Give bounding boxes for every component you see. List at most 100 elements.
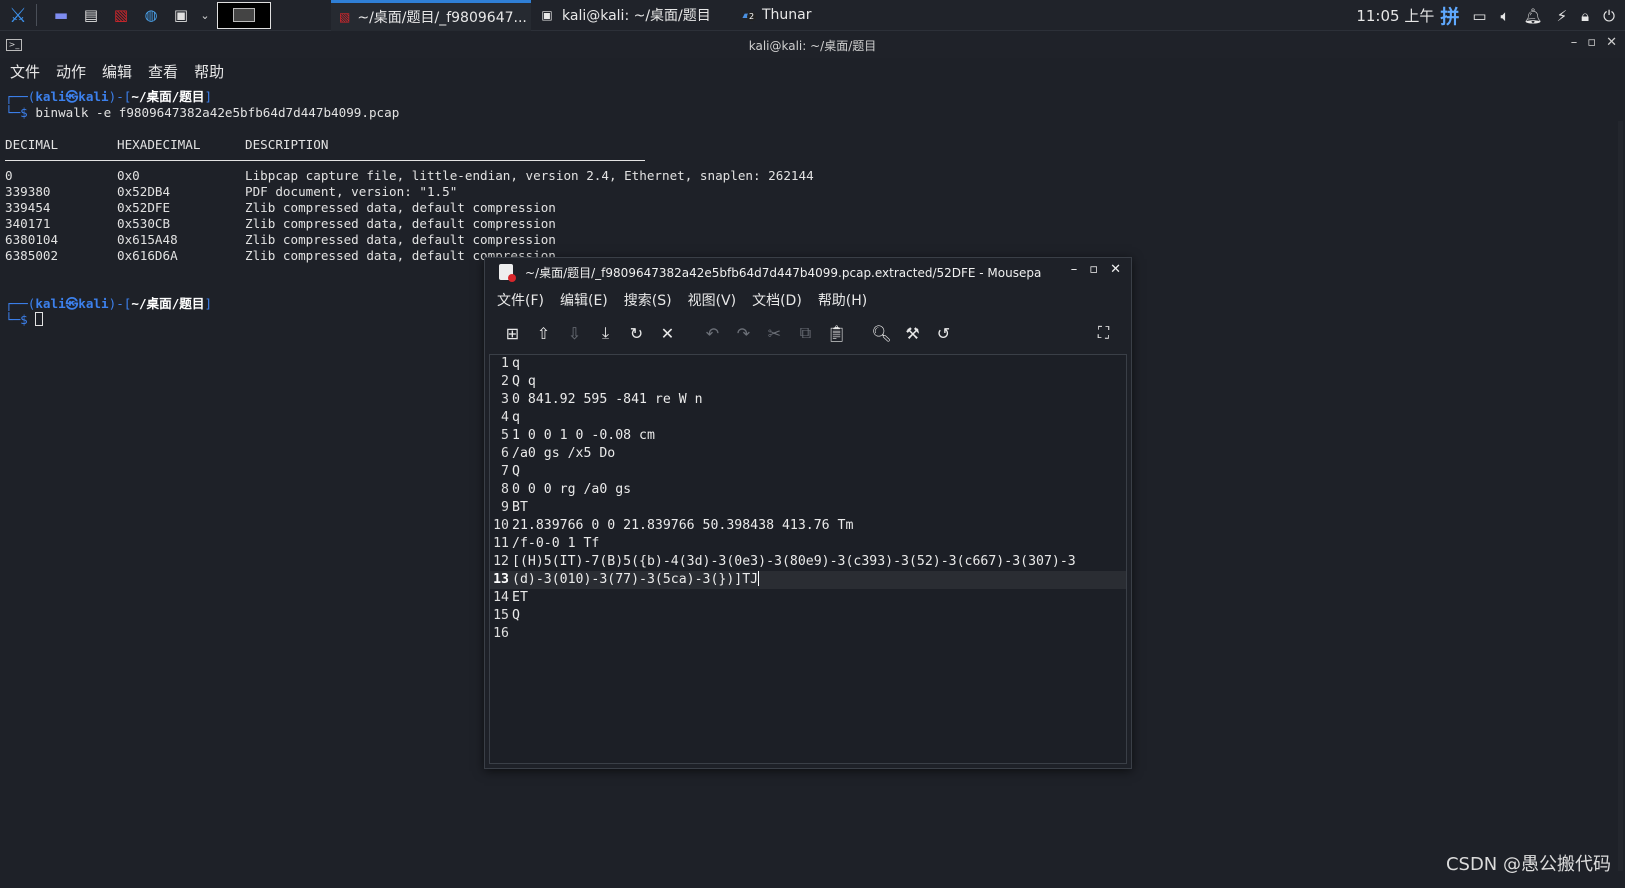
- terminal-title: kali@kali: ~/桌面/题目: [748, 39, 877, 53]
- workspace-1[interactable]: [233, 8, 255, 22]
- line-text: /f-0-0 1 Tf: [512, 536, 600, 551]
- input-method-icon[interactable]: 拼: [1440, 2, 1459, 29]
- lock-icon[interactable]: 🔒︎: [1581, 7, 1589, 25]
- notification-bell-icon[interactable]: 🔔︎: [1524, 7, 1543, 25]
- copy-icon[interactable]: ⧉: [790, 319, 821, 347]
- menu-view[interactable]: 查看: [148, 61, 178, 82]
- save-icon[interactable]: ⇩: [559, 319, 590, 347]
- editor-line[interactable]: 6/a0 gs /x5 Do: [490, 445, 1126, 463]
- task-mousepad[interactable]: ▧ ~/桌面/题目/_f9809647...: [331, 0, 531, 31]
- editor-line[interactable]: 15 Q: [490, 607, 1126, 625]
- new-document-icon[interactable]: ⊞: [497, 319, 528, 347]
- clock[interactable]: 11:05 上午: [1356, 5, 1434, 26]
- workspace-switcher[interactable]: [217, 1, 271, 29]
- terminal-launcher-icon[interactable]: ▣: [169, 3, 193, 27]
- line-number: 15: [493, 608, 509, 623]
- line-text: ET: [512, 590, 528, 605]
- volume-icon[interactable]: 🔈︎: [1501, 7, 1510, 25]
- task-mousepad-label: ~/桌面/题目/_f9809647...: [357, 9, 527, 26]
- line-text: (d)-3(010)-3(77)-3(5ca)-3(})]TJ: [512, 572, 759, 587]
- fullscreen-icon[interactable]: ⛶: [1088, 319, 1119, 347]
- menu-help[interactable]: 帮助: [194, 61, 224, 82]
- line-text: 1 0 0 1 0 -0.08 cm: [512, 428, 655, 443]
- paste-icon[interactable]: 📋︎: [821, 319, 852, 347]
- menu-file[interactable]: 文件: [10, 61, 40, 82]
- power-manager-icon[interactable]: ⚡︎: [1557, 7, 1568, 25]
- logout-icon[interactable]: ⏻: [1603, 7, 1615, 25]
- editor-line[interactable]: 11/f-0-0 1 Tf: [490, 535, 1126, 553]
- table-row: 340171 0x530CB Zlib compressed data, defau…: [5, 216, 556, 231]
- cut-icon[interactable]: ✂: [759, 319, 790, 347]
- line-text: Q q: [512, 374, 536, 389]
- text-editor[interactable]: 1q2Q q30 841.92 595 -841 re W n4q51 0 0 …: [489, 354, 1127, 764]
- line-number: 12: [493, 554, 509, 569]
- search-icon[interactable]: 🔍︎: [866, 319, 897, 347]
- reload-icon[interactable]: ↻: [621, 319, 652, 347]
- close-document-icon[interactable]: ✕: [652, 319, 683, 347]
- web-browser-icon[interactable]: ◍: [139, 3, 163, 27]
- task-terminal[interactable]: ▣ kali@kali: ~/桌面/题目: [531, 0, 731, 31]
- editor-line[interactable]: 12 [(H)5(IT)-7(B)5({b)-4(3d)-3(0e3)-3(80e…: [490, 553, 1126, 571]
- close-button[interactable]: ✕: [1110, 262, 1121, 277]
- terminal-titlebar[interactable]: >_ kali@kali: ~/桌面/题目 – ▫ ✕: [0, 31, 1625, 58]
- menu-search[interactable]: 搜索(S): [624, 290, 672, 310]
- editor-line[interactable]: 9 BT: [490, 499, 1126, 517]
- line-number: 9: [501, 500, 509, 515]
- redo-icon[interactable]: ↷: [728, 319, 759, 347]
- line-number: 13: [493, 572, 509, 587]
- line-text: 21.839766 0 0 21.839766 50.398438 413.76…: [512, 518, 854, 533]
- mousepad-titlebar[interactable]: ~/桌面/题目/_f9809647382a42e5bfb64d7d447b409…: [485, 258, 1131, 285]
- editor-line[interactable]: 10 21.839766 0 0 21.839766 50.398438 413.…: [490, 517, 1126, 535]
- terminal-scrollbar[interactable]: [1618, 121, 1623, 871]
- task-thunar[interactable]: ▰2 Thunar: [731, 0, 851, 31]
- text-editor-icon[interactable]: ▧: [109, 3, 133, 27]
- line-text: 0 0 0 rg /a0 gs: [512, 482, 632, 497]
- display-icon[interactable]: ▭: [1472, 7, 1486, 25]
- maximize-button[interactable]: ▫: [1089, 262, 1098, 277]
- undo-icon[interactable]: ↶: [697, 319, 728, 347]
- editor-line[interactable]: 80 0 0 rg /a0 gs: [490, 481, 1126, 499]
- thunar-badge: 2: [747, 12, 757, 21]
- go-to-line-icon[interactable]: ↺: [928, 319, 959, 347]
- editor-line[interactable]: 14 ET: [490, 589, 1126, 607]
- maximize-button[interactable]: ▫: [1587, 35, 1596, 50]
- menu-view[interactable]: 视图(V): [688, 290, 737, 310]
- terminal-window-controls: – ▫ ✕: [1571, 35, 1617, 50]
- mousepad-icon: ▧: [339, 9, 351, 24]
- prompt-line: ┌──(kali㉿kali)-[~/桌面/题目]: [5, 89, 213, 104]
- menu-document[interactable]: 文档(D): [752, 290, 802, 310]
- chevron-down-icon[interactable]: ⌄: [199, 3, 211, 27]
- kali-menu-icon[interactable]: ⚔: [6, 3, 30, 27]
- line-text: Q: [512, 608, 520, 623]
- line-text: BT: [512, 500, 528, 515]
- table-row: 0 0x0 Libpcap capture file, little-endian,…: [5, 168, 814, 183]
- editor-line[interactable]: 51 0 0 1 0 -0.08 cm: [490, 427, 1126, 445]
- mousepad-toolbar: ⊞ ⇧ ⇩ ⤓ ↻ ✕ ↶ ↷ ✂ ⧉ 📋︎ 🔍︎ ⚒ ↺ ⛶: [485, 315, 1131, 351]
- folder-icon: ▰2: [739, 8, 757, 22]
- editor-line[interactable]: 1q: [490, 355, 1126, 373]
- show-desktop-icon[interactable]: ▬: [49, 3, 73, 27]
- minimize-button[interactable]: –: [1571, 35, 1578, 50]
- open-file-icon[interactable]: ⇧: [528, 319, 559, 347]
- menu-edit[interactable]: 编辑: [102, 61, 132, 82]
- line-number: 3: [501, 392, 509, 407]
- terminal-menubar: 文件 动作 编辑 查看 帮助: [0, 58, 1625, 84]
- editor-line-current[interactable]: 13 (d)-3(010)-3(77)-3(5ca)-3(})]TJ: [490, 571, 1126, 589]
- menu-edit[interactable]: 编辑(E): [560, 290, 608, 310]
- mousepad-app-icon: [499, 263, 516, 282]
- menu-actions[interactable]: 动作: [56, 61, 86, 82]
- minimize-button[interactable]: –: [1071, 262, 1078, 277]
- editor-line[interactable]: 4q: [490, 409, 1126, 427]
- editor-line[interactable]: 30 841.92 595 -841 re W n: [490, 391, 1126, 409]
- table-row: 339454 0x52DFE Zlib compressed data, defau…: [5, 200, 556, 215]
- menu-file[interactable]: 文件(F): [497, 290, 544, 310]
- save-as-icon[interactable]: ⤓: [590, 319, 621, 347]
- editor-line[interactable]: 7Q: [490, 463, 1126, 481]
- editor-line[interactable]: 16: [490, 625, 1126, 643]
- menu-help[interactable]: 帮助(H): [818, 290, 867, 310]
- table-row: 6380104 0x615A48 Zlib compressed data, def…: [5, 232, 556, 247]
- find-replace-icon[interactable]: ⚒: [897, 319, 928, 347]
- file-manager-icon[interactable]: ▤: [79, 3, 103, 27]
- editor-line[interactable]: 2Q q: [490, 373, 1126, 391]
- close-button[interactable]: ✕: [1606, 35, 1617, 50]
